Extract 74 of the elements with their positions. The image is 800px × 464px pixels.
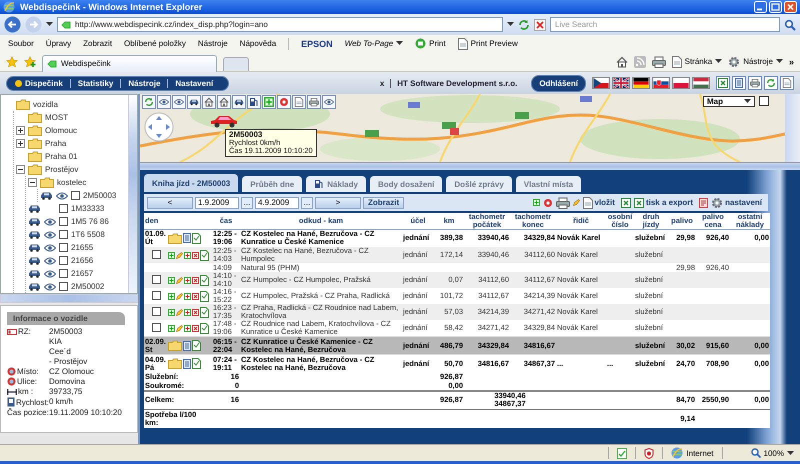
tree-item[interactable]: 1T6 5508 (71, 230, 105, 239)
menu-item[interactable]: Úpravy (46, 39, 72, 48)
brand-label: EPSON (301, 38, 333, 48)
zoom-button[interactable]: 100% (750, 448, 794, 458)
field-label: Místo: (17, 367, 39, 376)
tree-item[interactable]: 21656 (71, 256, 94, 265)
company-name: HT Software Development s.r.o. (390, 78, 518, 88)
tab[interactable]: Náklady (306, 176, 366, 192)
tab[interactable]: Došlé zprávy (446, 176, 512, 192)
field-value: CZ Olomouc (49, 367, 95, 376)
next-button[interactable]: > (315, 196, 361, 208)
show-button[interactable]: Zobrazit (363, 196, 404, 208)
tree-item[interactable]: 21655 (71, 243, 94, 252)
field-value: 19.11.2009 10:10:20 (49, 408, 123, 417)
window-title: Webdispečink - Windows Internet Explorer (20, 2, 202, 12)
nav-link[interactable]: Statistiky (70, 78, 120, 88)
tree-item[interactable]: 21657 (71, 269, 94, 278)
panel-title: Informace o vozidle (7, 312, 125, 325)
action-link[interactable]: nastavení (725, 198, 762, 207)
tooltip-title: 2M50003 (229, 131, 264, 139)
field-value: - Prostějov (49, 357, 88, 366)
map-type-select[interactable]: Map (703, 96, 755, 107)
field-label: Ulice: (17, 377, 38, 386)
field-value: 2M50003 (49, 327, 84, 336)
field-value: Domovina (49, 377, 86, 386)
tree-item[interactable]: 2M50002 (71, 282, 104, 291)
field-label: Rychlost: (16, 398, 49, 406)
nav-link[interactable]: Nástroje (120, 78, 168, 88)
zone-label: Internet (671, 447, 714, 459)
field-label: Čas pozice: (7, 408, 49, 417)
field-label: RZ: (18, 327, 31, 336)
menu-item[interactable]: Nápověda (240, 39, 276, 48)
menu-item[interactable]: Oblíbené položky (124, 39, 186, 48)
nav-link[interactable]: Dispečink (15, 78, 70, 88)
tree-item[interactable]: 2M50003 (83, 191, 116, 200)
tab[interactable]: Kniha jízd - 2M50003 (144, 174, 238, 192)
tree-item[interactable]: kostelec (57, 178, 86, 187)
tree-item[interactable]: Olomouc (45, 126, 78, 135)
nav-link[interactable]: Nastavení (167, 78, 220, 88)
action-link[interactable]: vložit (594, 198, 615, 207)
action-link[interactable]: tisk a export (646, 198, 694, 207)
tree-item[interactable]: vozidla (33, 100, 58, 109)
print-preview-button[interactable]: Print Preview (458, 38, 518, 50)
field-value: KIA (49, 337, 63, 346)
menu-item[interactable]: Soubor (8, 39, 34, 48)
field-value: Cee´d (49, 347, 72, 356)
tab[interactable]: Vlastní místa (516, 176, 582, 192)
address-field[interactable]: http://www.webdispecink.cz/index_disp.php?login=ano (57, 17, 503, 32)
command-button[interactable]: Stránka (672, 56, 722, 68)
tree-item[interactable]: Praha (45, 139, 66, 148)
tree-item[interactable]: 1M33333 (71, 204, 104, 213)
date-picker-button[interactable]: ... (301, 196, 313, 208)
menu-item[interactable]: Nástroje (198, 39, 228, 48)
date-field[interactable]: 1.9.2009 (195, 196, 239, 208)
field-value: 39733,75 (49, 387, 84, 396)
logout-button[interactable]: Odhlášení (531, 74, 586, 92)
date-field[interactable]: 4.9.2009 (255, 196, 299, 208)
previous-button[interactable]: < (147, 196, 193, 208)
command-button[interactable]: Nástroje (728, 56, 783, 68)
field-value: 0 km/h (49, 397, 74, 407)
field-label: km : (18, 387, 34, 396)
menu-item[interactable]: Zobrazit (83, 39, 112, 48)
tab[interactable]: Průběh dne (242, 176, 302, 192)
date-picker-button[interactable]: ... (241, 196, 253, 208)
tree-item[interactable]: MOST (45, 113, 68, 122)
tree-item[interactable]: Prostějov (45, 165, 78, 174)
browser-tab[interactable]: Webdispečink (42, 54, 217, 72)
more-button[interactable]: » (788, 56, 794, 66)
tab[interactable]: Body dosažení (370, 176, 442, 192)
toolbar-button[interactable]: Web To-Page (344, 39, 404, 48)
tree-item[interactable]: 1M5 76 86 (71, 217, 109, 226)
print-button[interactable]: Print (415, 38, 446, 49)
tree-item[interactable]: Praha 01 (45, 152, 78, 161)
close-link[interactable]: x (380, 78, 384, 88)
